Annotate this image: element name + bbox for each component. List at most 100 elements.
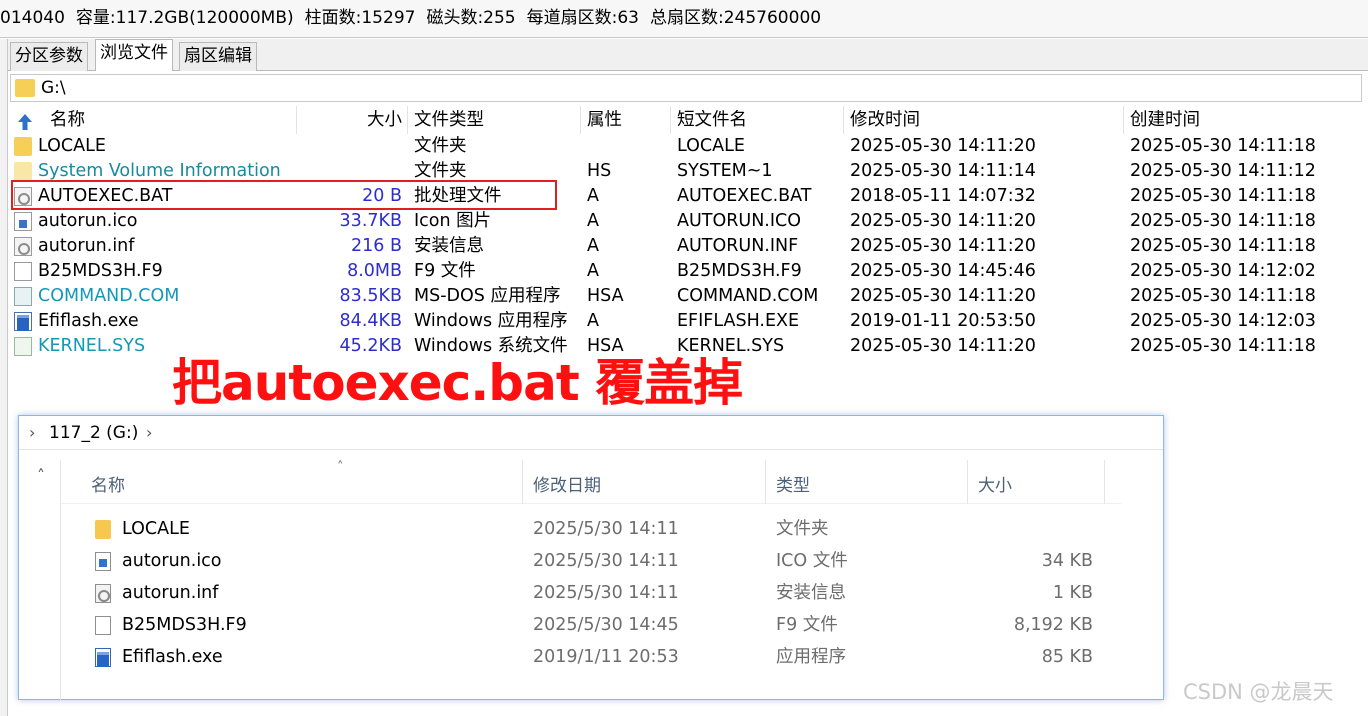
file-row-efiflash-exe[interactable]: Efiflash.exe 84.4KB Windows 应用程序 A EFIFL… [10, 309, 1360, 334]
explorer-row-autorun-ico[interactable]: autorun.ico 2025/5/30 14:11 ICO 文件 34 KB [61, 546, 1121, 578]
path-bar[interactable]: G:\ [10, 74, 1362, 102]
explorer-address-bar[interactable]: › 117_2 (G:) › [19, 416, 1163, 450]
disk-info-sectors-per-track: 每道扇区数:63 [526, 8, 639, 28]
disk-info-capacity: 容量:117.2GB(120000MB) [75, 8, 294, 28]
explorer-row-autorun-inf[interactable]: autorun.inf 2025/5/30 14:11 安装信息 1 KB [61, 578, 1121, 610]
disk-info-total-sectors: 总扇区数:245760000 [650, 8, 822, 28]
autoexec-highlight-box [11, 180, 557, 210]
current-path: G:\ [41, 78, 66, 98]
explorer-nav-pane: ˄ [31, 460, 61, 700]
file-type: F9 文件 [414, 261, 476, 281]
explorer-file-type: 应用程序 [776, 647, 846, 667]
blank-file-icon [95, 616, 111, 635]
file-short-name: B25MDS3H.F9 [677, 261, 802, 281]
hidden-folder-icon [14, 162, 32, 181]
tab-strip: 分区参数 浏览文件 扇区编辑 [8, 39, 1368, 71]
column-divider[interactable] [967, 460, 968, 504]
file-modified: 2025-05-30 14:11:20 [850, 236, 1036, 256]
file-created: 2025-05-30 14:11:18 [1130, 186, 1316, 206]
explorer-file-name: autorun.ico [122, 551, 222, 571]
file-size: 83.5KB [339, 286, 402, 306]
file-created: 2025-05-30 14:11:18 [1130, 136, 1316, 156]
explorer-file-size: 8,192 KB [1013, 615, 1093, 635]
file-list-header: 名称 大小 文件类型 属性 短文件名 修改时间 创建时间 [10, 108, 1360, 133]
folder-icon [95, 520, 111, 539]
explorer-header-date[interactable]: 修改日期 [533, 471, 601, 496]
column-divider[interactable] [580, 106, 581, 134]
file-created: 2025-05-30 14:11:12 [1130, 161, 1316, 181]
column-divider[interactable] [1104, 460, 1105, 504]
explorer-file-name: LOCALE [122, 519, 190, 539]
tab-sector-edit[interactable]: 扇区编辑 [179, 42, 257, 71]
column-divider[interactable] [765, 460, 766, 504]
file-size: 84.4KB [339, 311, 402, 331]
breadcrumb-drive[interactable]: 117_2 (G:) [49, 416, 138, 450]
file-modified: 2025-05-30 14:11:20 [850, 286, 1036, 306]
file-row-b25mds3h-f9[interactable]: B25MDS3H.F9 8.0MB F9 文件 A B25MDS3H.F9 20… [10, 259, 1360, 284]
explorer-row-locale[interactable]: LOCALE 2025/5/30 14:11 文件夹 [61, 514, 1121, 546]
column-divider[interactable] [1123, 106, 1124, 134]
exe-file-icon [95, 648, 111, 667]
file-attributes: A [587, 236, 599, 256]
file-attributes: A [587, 261, 599, 281]
folder-icon [15, 79, 35, 97]
file-attributes: A [587, 211, 599, 231]
explorer-header-size[interactable]: 大小 [978, 471, 1012, 496]
column-header-short-name[interactable]: 短文件名 [677, 108, 747, 133]
file-attributes: A [587, 311, 599, 331]
file-row-locale[interactable]: LOCALE 文件夹 LOCALE 2025-05-30 14:11:20 20… [10, 134, 1360, 159]
explorer-file-date: 2025/5/30 14:11 [533, 551, 679, 571]
file-attributes: HS [587, 161, 612, 181]
file-modified: 2025-05-30 14:45:46 [850, 261, 1036, 281]
file-created: 2025-05-30 14:12:03 [1130, 311, 1316, 331]
file-type: Windows 应用程序 [414, 311, 568, 331]
file-modified: 2025-05-30 14:11:20 [850, 336, 1036, 356]
file-type: MS-DOS 应用程序 [414, 286, 561, 306]
column-header-type[interactable]: 文件类型 [414, 108, 484, 133]
file-short-name: SYSTEM~1 [677, 161, 773, 181]
watermark: CSDN @龙晨天 [1183, 680, 1334, 704]
column-header-created[interactable]: 创建时间 [1130, 108, 1200, 133]
file-size: 33.7KB [339, 211, 402, 231]
setup-file-icon [95, 584, 111, 603]
explorer-row-b25mds3h-f9[interactable]: B25MDS3H.F9 2025/5/30 14:45 F9 文件 8,192 … [61, 610, 1121, 642]
image-file-icon [95, 552, 111, 571]
column-header-attributes[interactable]: 属性 [587, 108, 622, 133]
file-name: LOCALE [38, 136, 106, 156]
column-divider[interactable] [843, 106, 844, 134]
column-divider[interactable] [670, 106, 671, 134]
explorer-header-name[interactable]: 名称 [91, 471, 125, 496]
folder-icon [14, 137, 32, 156]
explorer-header-type[interactable]: 类型 [776, 471, 810, 496]
file-short-name: AUTORUN.INF [677, 236, 799, 256]
chevron-right-icon[interactable]: › [146, 416, 152, 450]
column-divider[interactable] [296, 106, 297, 134]
column-divider[interactable] [522, 460, 523, 504]
column-divider[interactable] [407, 106, 408, 134]
file-row-autorun-ico[interactable]: autorun.ico 33.7KB Icon 图片 A AUTORUN.ICO… [10, 209, 1360, 234]
file-type: 安装信息 [414, 236, 484, 256]
chevron-right-icon[interactable]: › [29, 416, 35, 450]
tab-browse-files[interactable]: 浏览文件 [95, 39, 173, 71]
file-type: 文件夹 [414, 136, 467, 156]
disk-info-bar: 014040 容量:117.2GB(120000MB) 柱面数:15297 磁头数:2… [0, 0, 1368, 38]
file-row-command-com[interactable]: COMMAND.COM 83.5KB MS-DOS 应用程序 HSA COMMA… [10, 284, 1360, 309]
explorer-file-date: 2025/5/30 14:45 [533, 615, 679, 635]
file-row-autorun-inf[interactable]: autorun.inf 216 B 安装信息 A AUTORUN.INF 202… [10, 234, 1360, 259]
chevron-up-icon[interactable]: ˄ [37, 466, 45, 485]
column-header-size[interactable]: 大小 [10, 108, 402, 133]
file-created: 2025-05-30 14:11:18 [1130, 286, 1316, 306]
sort-caret-icon: ˄ [337, 460, 344, 475]
explorer-file-size: 85 KB [1041, 647, 1093, 667]
disk-info-cylinders: 柱面数:15297 [304, 8, 416, 28]
tab-partition-params[interactable]: 分区参数 [10, 42, 88, 71]
file-attributes: A [587, 186, 599, 206]
explorer-file-name: B25MDS3H.F9 [122, 615, 247, 635]
explorer-row-efiflash-exe[interactable]: Efiflash.exe 2019/1/11 20:53 应用程序 85 KB [61, 642, 1121, 674]
explorer-file-name: Efiflash.exe [122, 647, 223, 667]
column-header-modified[interactable]: 修改时间 [850, 108, 920, 133]
file-modified: 2025-05-30 14:11:20 [850, 136, 1036, 156]
file-size: 216 B [351, 236, 402, 256]
file-short-name: COMMAND.COM [677, 286, 819, 306]
file-size: 8.0MB [347, 261, 402, 281]
